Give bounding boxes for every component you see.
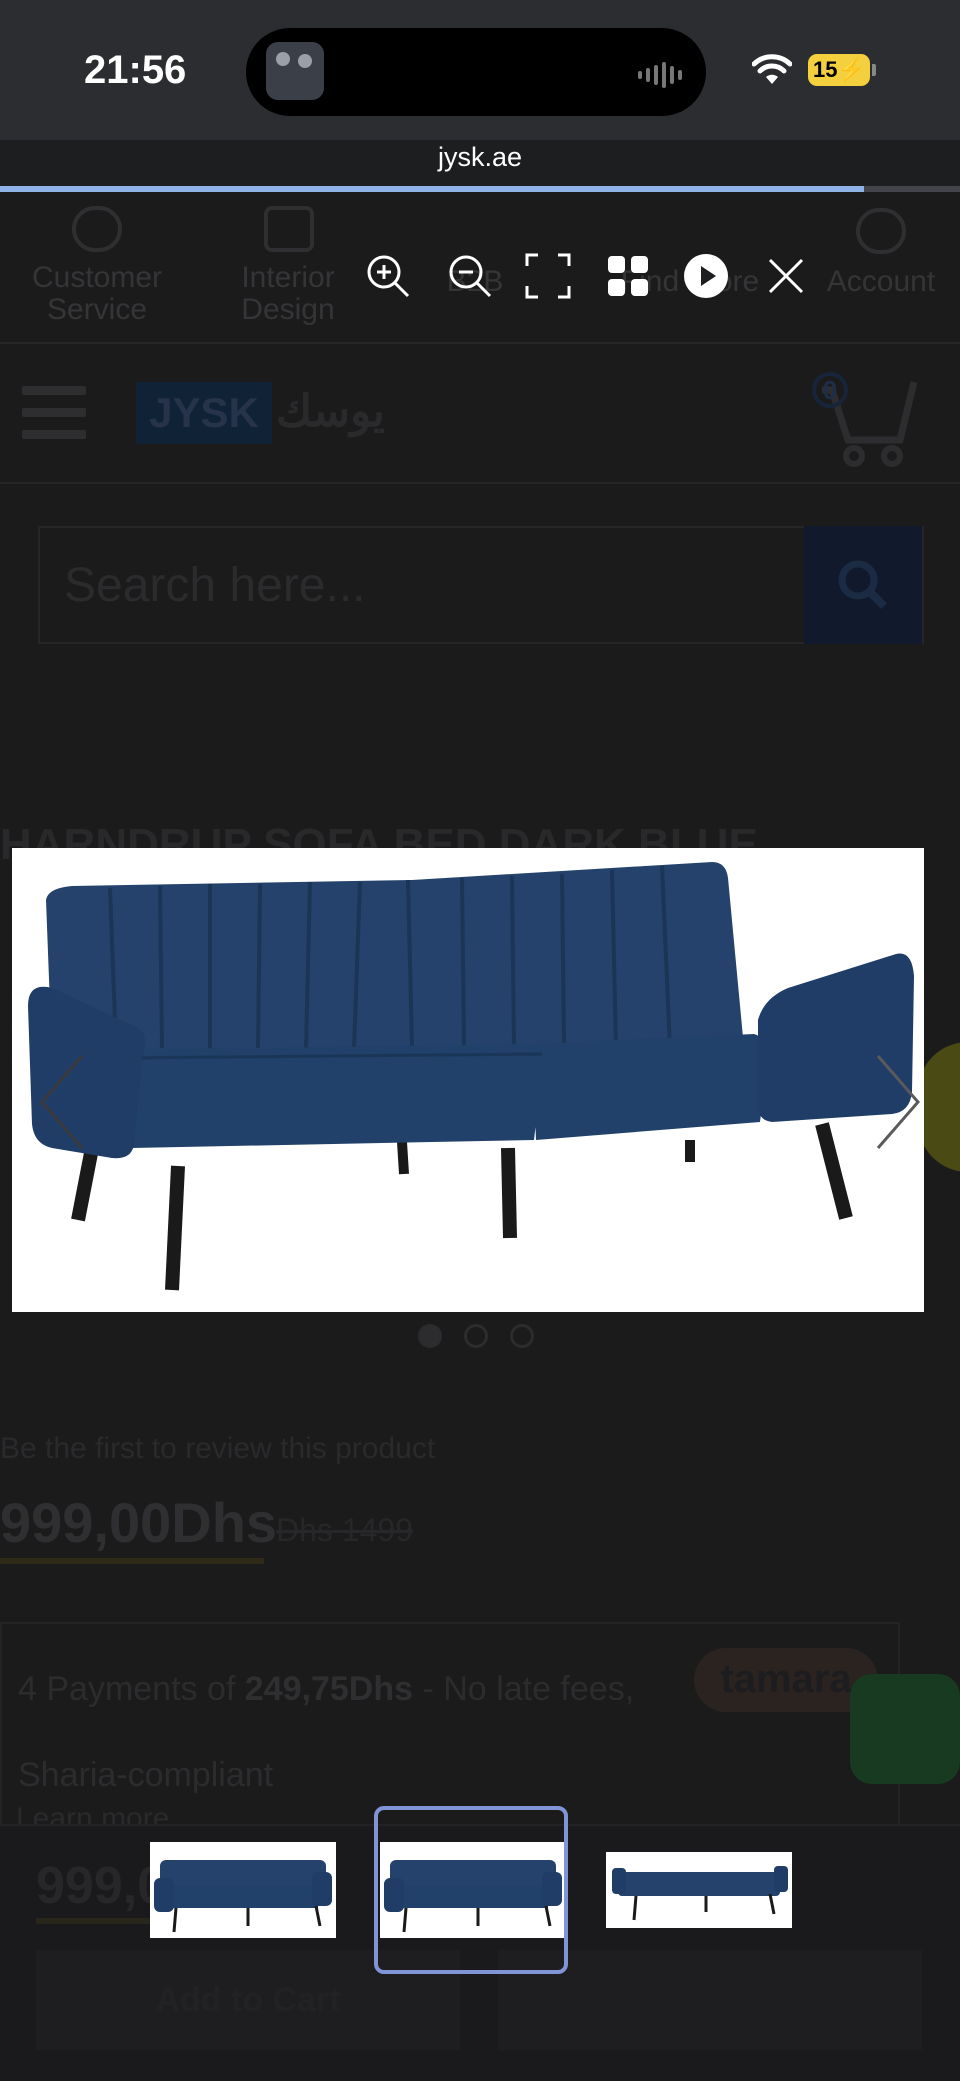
jysk-logo[interactable]: JYSK يوسك	[136, 382, 386, 444]
price-underline	[0, 1558, 264, 1564]
nav-interior-design[interactable]: Interior Design	[222, 206, 354, 326]
nav-customer-service[interactable]: Customer Service	[22, 206, 172, 326]
menu-icon[interactable]	[22, 386, 86, 442]
nav-label: Interior Design	[241, 261, 335, 326]
sofa-image	[28, 862, 914, 1291]
url-bar[interactable]: jysk.ae	[0, 142, 960, 173]
fullscreen-icon[interactable]	[524, 252, 572, 300]
carousel-dot[interactable]	[418, 1324, 442, 1348]
cart-count-badge: 0	[812, 372, 848, 408]
headset-icon	[72, 206, 122, 252]
status-bar: 21:56 15⚡ jysk.ae	[0, 0, 960, 192]
zoom-out-icon[interactable]	[446, 252, 494, 300]
installment-prefix: 4 Payments of	[18, 1670, 236, 1708]
installment-suffix: - No late fees,	[422, 1670, 635, 1708]
zoom-in-icon[interactable]	[364, 252, 412, 300]
charging-battery-icon: 15⚡	[808, 54, 876, 86]
thumbnail-strip	[0, 1806, 960, 2081]
installment-text: 4 Payments of 249,75Dhs - No late fees, …	[18, 1646, 678, 1818]
sofa-icon	[264, 206, 314, 252]
audio-waveform-icon	[638, 62, 682, 88]
slideshow-play-icon[interactable]	[682, 252, 730, 300]
site-header: JYSK يوسك 0	[0, 344, 960, 484]
installment-amount: 249,75Dhs	[244, 1670, 414, 1708]
installment-line2: Sharia-compliant	[18, 1756, 274, 1794]
cart-button[interactable]: 0	[808, 370, 924, 470]
dynamic-island[interactable]	[246, 28, 706, 116]
thumbnail-3[interactable]	[606, 1852, 792, 1928]
carousel-dot[interactable]	[510, 1324, 534, 1348]
clock: 21:56	[84, 48, 187, 92]
whatsapp-icon[interactable]	[850, 1674, 960, 1784]
now-playing-artwork	[266, 42, 324, 100]
chevron-left-icon[interactable]	[36, 1052, 86, 1152]
thumbnail-selected-frame	[374, 1806, 568, 1974]
logo-arabic: يوسك	[276, 387, 385, 436]
review-link[interactable]: Be the first to review this product	[0, 1432, 435, 1466]
gallery-grid-icon[interactable]	[604, 252, 652, 300]
chevron-right-icon[interactable]	[874, 1052, 924, 1152]
search-icon	[838, 560, 887, 609]
old-price: Dhs 1499	[276, 1512, 413, 1548]
installment-box: 4 Payments of 249,75Dhs - No late fees, …	[0, 1622, 900, 1832]
bolt-icon: ⚡	[837, 57, 865, 82]
product-price: 999,00Dhs	[0, 1491, 278, 1554]
logo-latin: JYSK	[136, 382, 272, 444]
close-icon[interactable]	[762, 252, 810, 300]
carousel-dot[interactable]	[464, 1324, 488, 1348]
battery-level: 15	[813, 57, 838, 82]
search-button[interactable]	[804, 526, 922, 644]
search-box[interactable]: Search here...	[38, 526, 924, 644]
sofa-thumbnail	[154, 1860, 332, 1933]
thumbnail-1[interactable]	[150, 1842, 336, 1938]
search-input[interactable]: Search here...	[64, 558, 366, 613]
user-icon	[856, 208, 906, 254]
nav-label: Customer Service	[31, 261, 163, 326]
nav-label: Account	[826, 265, 936, 298]
product-image[interactable]	[12, 848, 924, 1312]
sofa-bed-thumbnail	[612, 1866, 788, 1921]
chat-tab[interactable]	[918, 1042, 960, 1172]
nav-account[interactable]: Account	[808, 208, 954, 298]
wifi-icon	[752, 54, 792, 84]
carousel-dots	[418, 1324, 534, 1348]
